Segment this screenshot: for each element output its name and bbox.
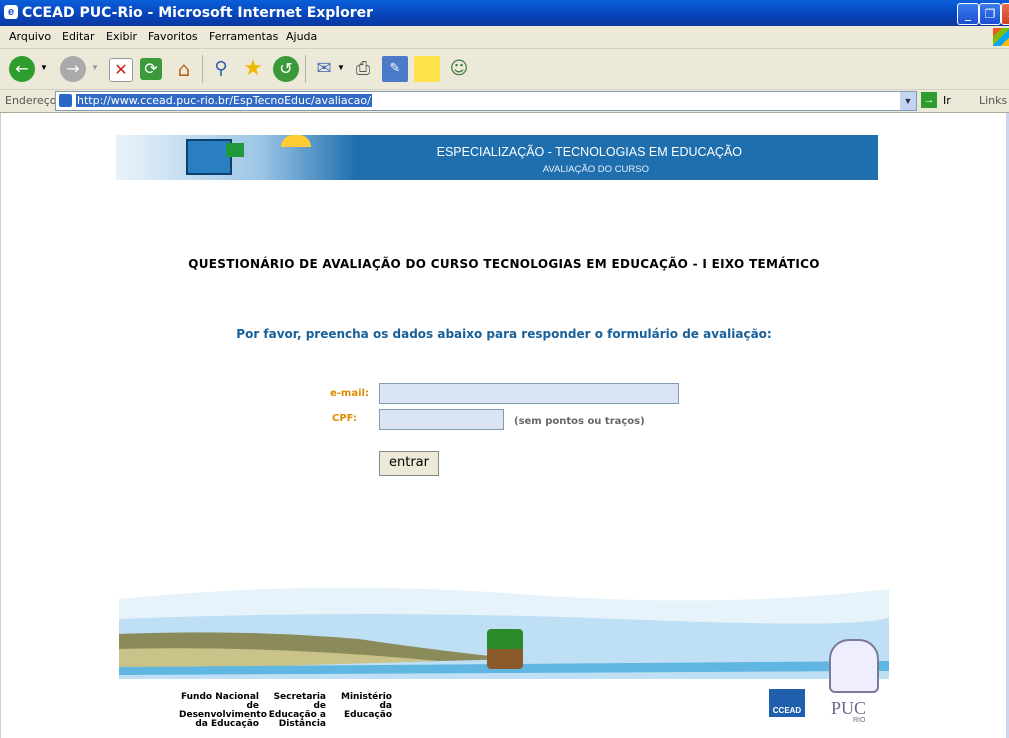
email-field[interactable]	[379, 383, 679, 404]
seed-line: Secretaria de	[273, 692, 326, 711]
back-dropdown-icon[interactable]: ▼	[40, 63, 48, 72]
maximize-button[interactable]: ❐	[979, 3, 1001, 25]
instruction-text: Por favor, preencha os dados abaixo para…	[236, 327, 772, 341]
rio-logo-text: RIO	[853, 717, 866, 724]
footer-illustration	[119, 579, 889, 693]
print-icon[interactable]: ⎙	[350, 56, 376, 82]
seed-logo-text: Secretaria de Educação a Distância	[265, 693, 326, 729]
sun-icon	[281, 135, 311, 147]
go-button[interactable]: Ir	[943, 94, 951, 107]
cpf-hint: (sem pontos ou traços)	[514, 416, 645, 427]
mec-line: da Educação	[344, 701, 392, 720]
fnde-logo-text: Fundo Nacional de Desenvolvimento da Edu…	[179, 692, 267, 729]
toolbar-separator	[202, 55, 203, 83]
address-url[interactable]: http://www.ccead.puc-rio.br/EspTecnoEduc…	[76, 94, 372, 107]
page-heading: QUESTIONÁRIO DE AVALIAÇÃO DO CURSO TECNO…	[188, 257, 820, 271]
window-title: CCEAD PUC-Rio - Microsoft Internet Explo…	[22, 5, 374, 21]
ship-icon	[487, 629, 523, 669]
links-button[interactable]: Links	[979, 94, 1007, 107]
mail-dropdown-icon[interactable]: ▼	[337, 63, 345, 72]
minimize-button[interactable]: _	[957, 3, 979, 25]
page-content: ESPECIALIZAÇÃO - TECNOLOGIAS EM EDUCAÇÃO…	[0, 113, 1008, 738]
address-input[interactable]: http://www.ccead.puc-rio.br/EspTecnoEduc…	[55, 91, 917, 111]
forward-dropdown-icon[interactable]: ▼	[91, 63, 99, 72]
banner-title: ESPECIALIZAÇÃO - TECNOLOGIAS EM EDUCAÇÃO	[436, 145, 742, 159]
menu-ajuda[interactable]: Ajuda	[286, 30, 317, 43]
enter-button[interactable]: entrar	[379, 451, 439, 476]
menu-exibir[interactable]: Exibir	[106, 30, 137, 43]
menu-favoritos[interactable]: Favoritos	[148, 30, 198, 43]
cpf-field[interactable]	[379, 409, 504, 430]
puc-logo-text: PUC	[831, 698, 867, 718]
cpf-label: CPF:	[332, 413, 357, 424]
messenger-icon[interactable]: ☺	[446, 56, 472, 82]
title-bar: e CCEAD PUC-Rio - Microsoft Internet Exp…	[0, 0, 1009, 26]
ccead-logo: CCEAD	[769, 689, 805, 717]
menu-ferramentas[interactable]: Ferramentas	[209, 30, 278, 43]
toolbar-separator	[305, 55, 306, 83]
history-icon[interactable]: ↺	[273, 56, 299, 82]
address-bar: Endereço http://www.ccead.puc-rio.br/Esp…	[0, 90, 1009, 113]
search-icon[interactable]: ⚲	[208, 56, 234, 82]
mail-icon[interactable]: ✉	[311, 56, 337, 82]
note-icon[interactable]	[414, 56, 440, 82]
stop-icon[interactable]: ✕	[109, 58, 133, 82]
menu-arquivo[interactable]: Arquivo	[9, 30, 51, 43]
forward-icon[interactable]: →	[60, 56, 86, 82]
mec-logo-text: Ministério da Educação	[331, 693, 392, 720]
address-dropdown-icon[interactable]: ▼	[900, 92, 916, 110]
banner-subtitle: AVALIAÇÃO DO CURSO	[542, 164, 649, 175]
back-icon[interactable]: ←	[9, 56, 35, 82]
menu-editar[interactable]: Editar	[62, 30, 95, 43]
ie-icon: e	[4, 5, 18, 19]
go-icon[interactable]: →	[921, 92, 937, 108]
brazil-flag-icon	[226, 143, 244, 157]
edit-icon[interactable]: ✎	[382, 56, 408, 82]
page-icon	[59, 94, 72, 107]
windows-logo-icon	[993, 28, 1009, 46]
address-label: Endereço	[5, 94, 57, 107]
close-button[interactable]: ✕	[1001, 3, 1009, 25]
menu-bar: Arquivo Editar Exibir Favoritos Ferramen…	[0, 26, 1009, 49]
fnde-line: da Educação	[195, 719, 259, 729]
fnde-line: Fundo Nacional de	[180, 692, 259, 711]
header-banner: ESPECIALIZAÇÃO - TECNOLOGIAS EM EDUCAÇÃO…	[116, 135, 878, 180]
email-label: e-mail:	[330, 388, 369, 399]
toolbar: ← ▼ → ▼ ✕ ⟳ ⌂ ⚲ ★ ↺ ✉ ▼ ⎙ ✎ ☺	[0, 49, 1009, 90]
puc-crest-icon	[829, 639, 879, 693]
banner-illustration	[116, 135, 356, 180]
ccead-logo-text: CCEAD	[772, 706, 802, 715]
home-icon[interactable]: ⌂	[171, 56, 197, 82]
favorites-icon[interactable]: ★	[240, 56, 266, 82]
seed-line: Distância	[278, 719, 326, 729]
refresh-icon[interactable]: ⟳	[140, 58, 162, 80]
